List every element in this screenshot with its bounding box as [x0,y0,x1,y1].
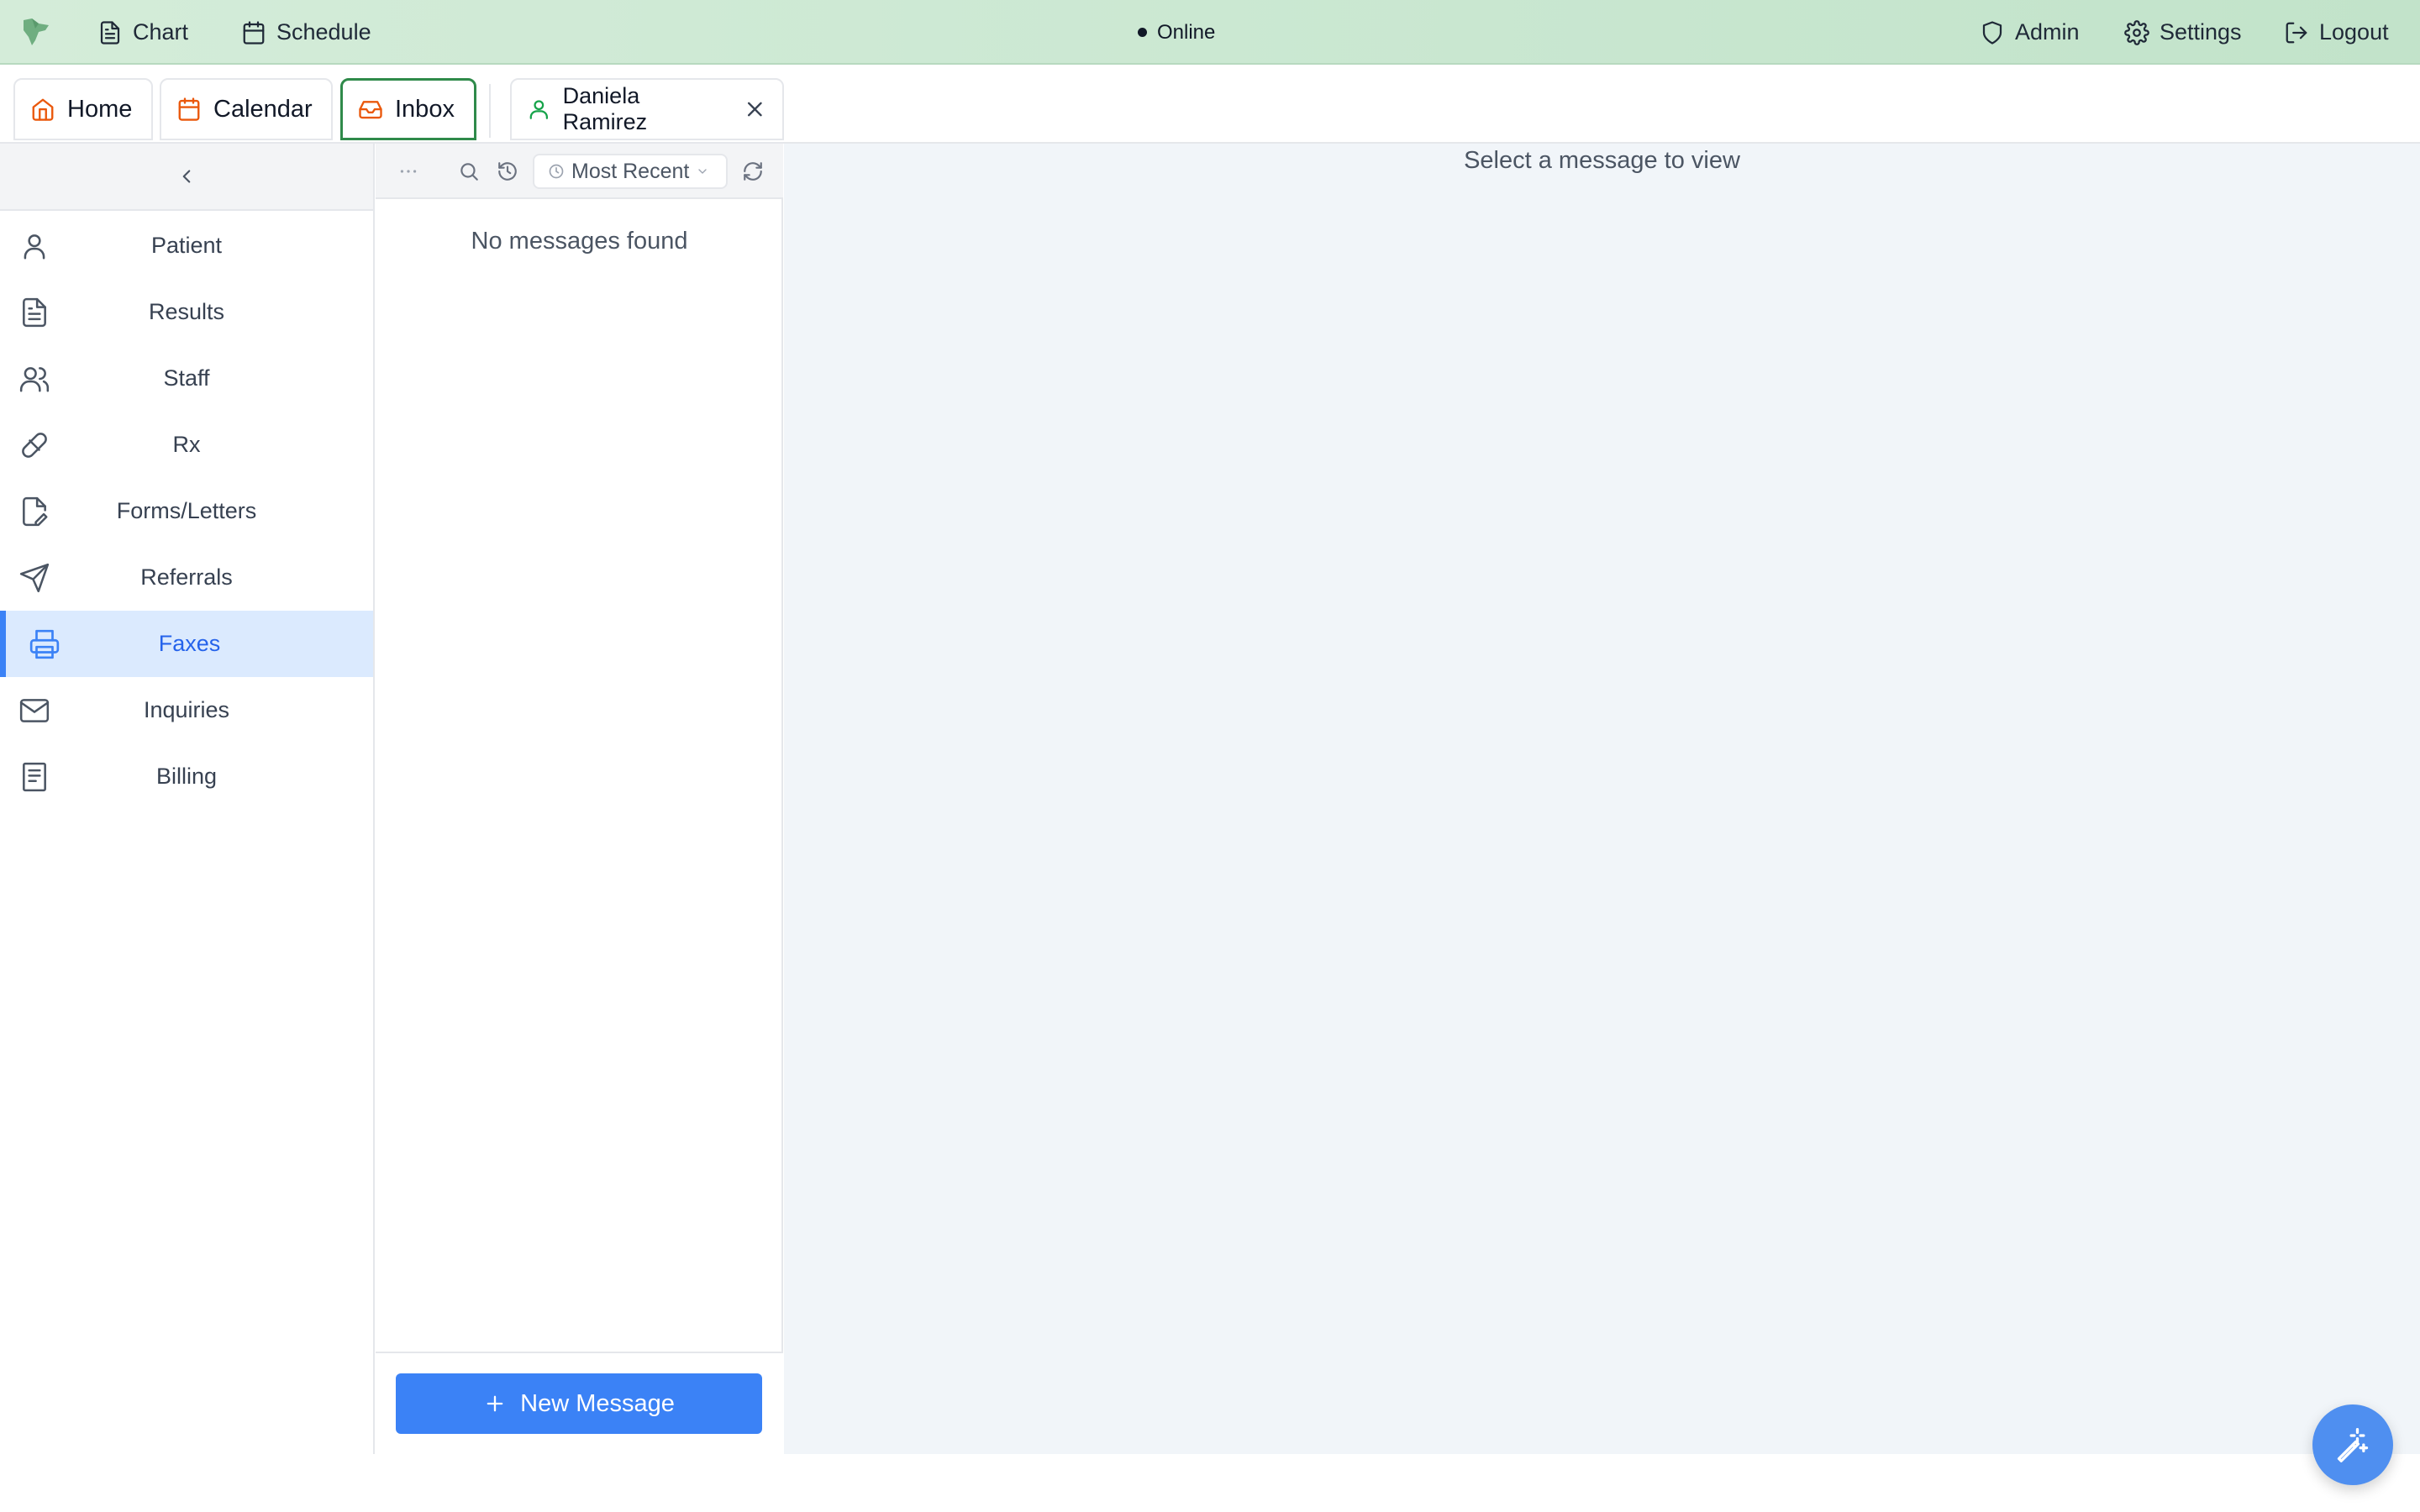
topnav-chart[interactable]: Chart [97,0,188,65]
home-icon [32,98,54,121]
sidebar-item-label: Inquiries [143,697,230,722]
message-list-toolbar: Most Recent [376,144,783,199]
sidebar: Patient Results Staff Rx Forms/Letters R… [0,144,375,1454]
history-icon[interactable] [497,160,518,182]
tab-calendar[interactable]: Calendar [160,78,333,140]
sidebar-item-label: Faxes [158,631,221,656]
logout-icon [2286,22,2307,43]
tab-divider [489,84,491,138]
plus-icon [487,1395,503,1412]
ai-assistant-button[interactable] [2312,1404,2393,1485]
sidebar-item-label: Forms/Letters [116,498,257,523]
top-bar: Chart Schedule Online Admin Settings Log… [0,0,2420,65]
gear-icon [2124,19,2149,45]
send-icon [19,563,50,592]
tab-patient-daniela-ramirez[interactable]: Daniela Ramirez [510,78,784,140]
shield-icon [1982,20,2002,45]
magic-wand-icon [2337,1428,2369,1462]
sidebar-item-label: Results [148,299,225,324]
document-icon [23,297,46,327]
chevron-down-icon [698,169,708,174]
user-icon [24,234,45,260]
topnav-admin-label: Admin [2015,19,2080,45]
refresh-icon[interactable] [742,160,764,182]
calendar-icon [178,97,200,121]
tab-home[interactable]: Home [13,78,153,140]
users-icon [19,366,50,392]
bottom-strip [0,1454,2420,1512]
mail-icon [19,698,50,722]
pill-icon [22,432,47,458]
sidebar-item-forms-letters[interactable]: Forms/Letters [0,478,373,544]
close-icon[interactable] [743,97,767,122]
user-icon [529,100,549,119]
search-icon[interactable] [458,160,480,182]
sidebar-item-billing[interactable]: Billing [0,743,373,810]
sidebar-item-label: Rx [172,432,201,457]
sidebar-item-rx[interactable]: Rx [0,412,373,478]
calendar-icon [243,20,265,45]
topnav-admin[interactable]: Admin [1980,0,2080,65]
topnav-settings-label: Settings [2160,19,2242,45]
printer-icon [29,629,60,659]
app-logo-icon[interactable] [20,15,54,49]
new-message-label: New Message [520,1389,675,1417]
tab-calendar-label: Calendar [213,95,313,123]
clock-icon [549,164,564,179]
more-options-icon[interactable] [397,160,419,182]
sidebar-item-label: Staff [163,365,210,391]
topnav-chart-label: Chart [133,19,189,45]
topnav-schedule-label: Schedule [276,19,371,45]
status-dot-icon [1138,28,1147,37]
sidebar-item-inquiries[interactable]: Inquiries [0,677,373,743]
sidebar-item-patient[interactable]: Patient [0,213,373,279]
sidebar-item-label: Referrals [140,564,233,590]
topnav-logout-label: Logout [2319,19,2389,45]
topnav-settings[interactable]: Settings [2124,0,2242,65]
tab-home-label: Home [67,95,133,123]
message-viewer: Select a message to view [784,144,2420,1454]
chevron-left-icon [182,170,191,183]
viewer-empty-text: Select a message to view [1464,147,1740,174]
patient-tab-label: Daniela Ramirez [562,83,648,134]
status-text: Online [1157,20,1216,44]
sidebar-item-referrals[interactable]: Referrals [0,544,373,611]
sort-select-value: Most Recent [571,159,690,183]
sidebar-item-label: Billing [155,764,218,789]
message-list-panel: Most Recent No messages found New Messag… [376,144,783,1454]
topnav-logout[interactable]: Logout [2284,0,2389,65]
sort-select[interactable]: Most Recent [533,154,728,189]
inbox-icon [359,101,382,119]
tab-inbox-label: Inbox [395,95,455,123]
empty-messages-text: No messages found [471,228,688,255]
new-message-button[interactable]: New Message [396,1373,762,1434]
sidebar-item-results[interactable]: Results [0,279,373,345]
message-list-footer: New Message [376,1352,783,1454]
sidebar-item-staff[interactable]: Staff [0,345,373,412]
topnav-schedule[interactable]: Schedule [241,0,371,65]
sidebar-item-faxes[interactable]: Faxes [0,611,373,677]
receipt-icon [23,762,46,791]
file-text-icon [100,20,120,45]
connection-status: Online [1138,0,1215,65]
edit-document-icon [23,496,48,526]
sidebar-item-label: Patient [150,233,223,258]
tab-inbox[interactable]: Inbox [340,78,476,140]
tab-bar: Home Calendar Inbox [0,66,2420,144]
sidebar-collapse-button[interactable] [0,144,373,211]
